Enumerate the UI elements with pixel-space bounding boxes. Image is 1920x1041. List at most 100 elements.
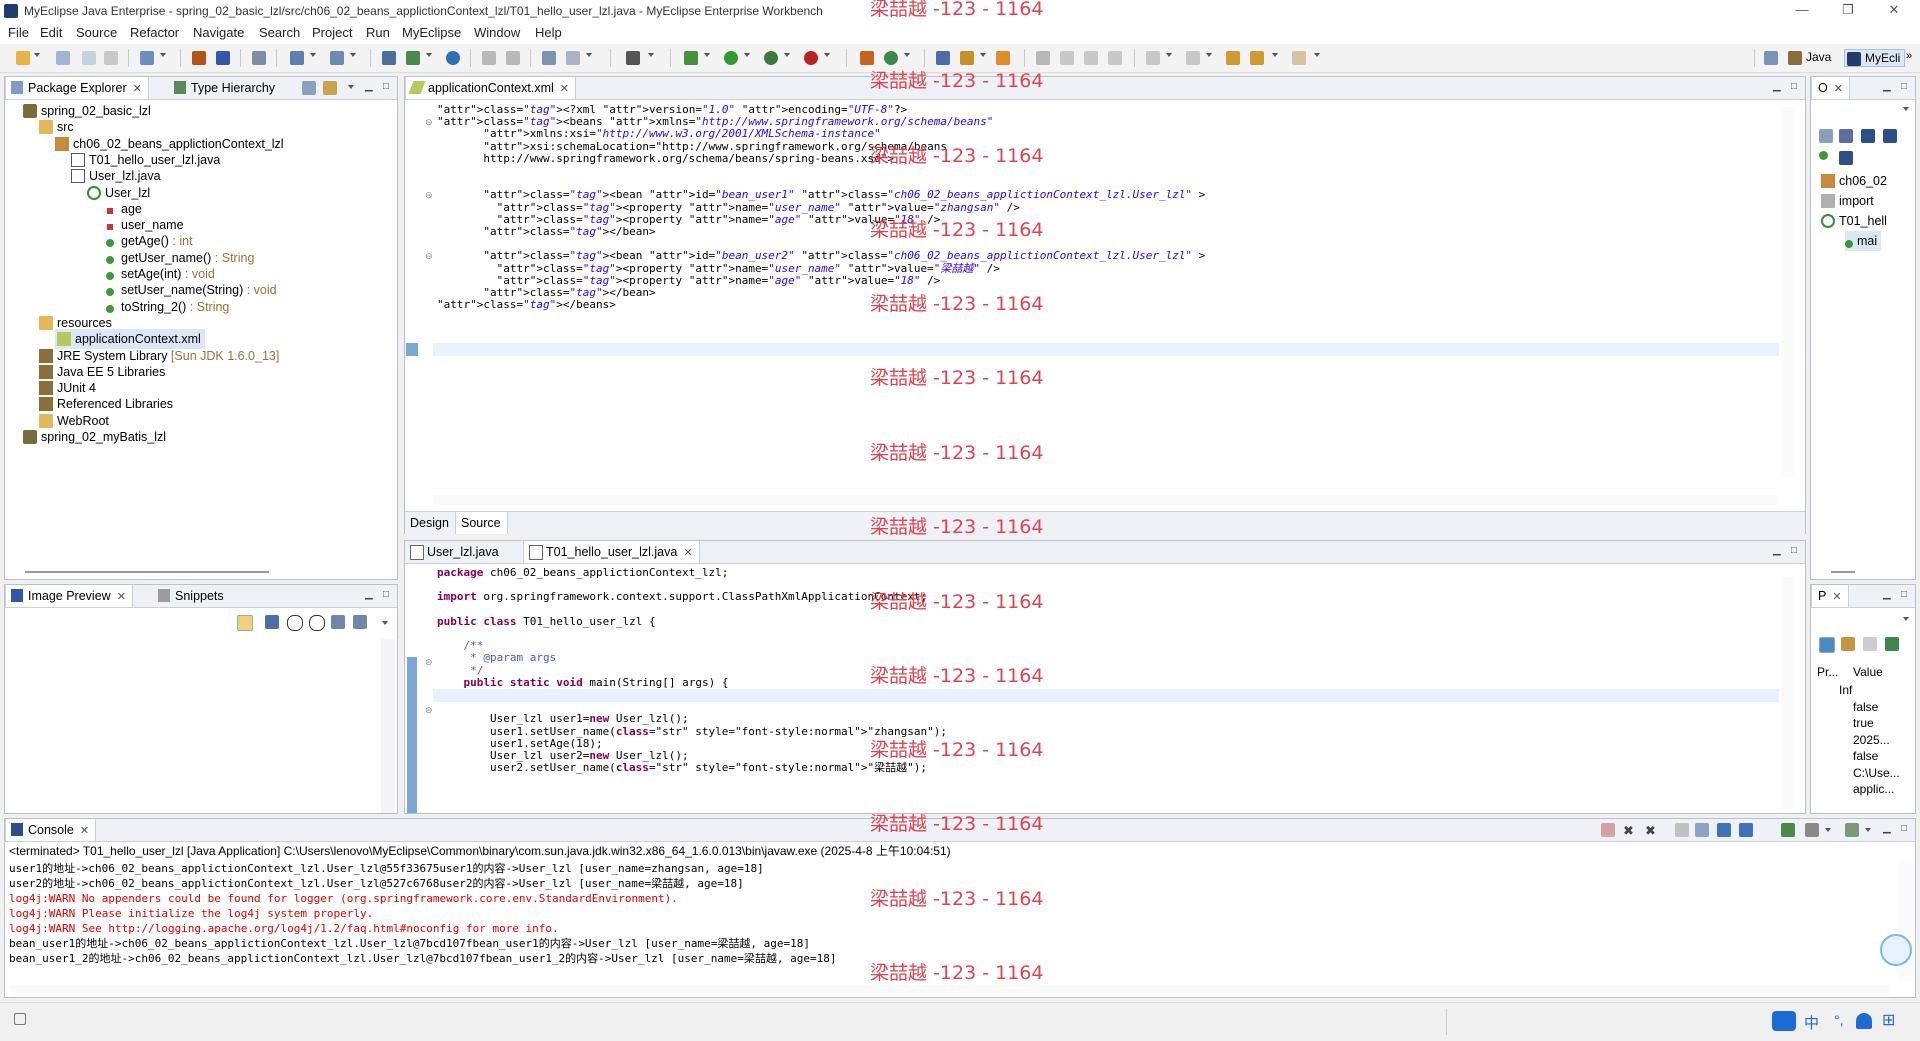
ime-user-icon[interactable] xyxy=(1856,1013,1872,1029)
toggle-icon[interactable] xyxy=(482,51,496,65)
close-icon[interactable]: ✕ xyxy=(117,591,126,603)
tab-outline[interactable]: O ✕ xyxy=(1811,77,1850,99)
fold-icon[interactable]: ⊖ xyxy=(425,190,433,201)
server-icon[interactable] xyxy=(290,51,304,65)
horizontal-scrollbar[interactable] xyxy=(11,985,1891,995)
menu-search[interactable]: Search xyxy=(259,25,300,40)
deploy-icon[interactable] xyxy=(252,51,266,65)
close-icon[interactable]: ✕ xyxy=(80,825,89,837)
show-stdout-icon[interactable] xyxy=(1717,823,1731,837)
property-value[interactable]: applic... xyxy=(1853,782,1894,796)
minimize-view-button[interactable]: ▁ xyxy=(365,82,375,92)
menu-myeclipse[interactable]: MyEclipse xyxy=(402,25,461,40)
fit-image-icon[interactable] xyxy=(265,615,279,629)
close-icon[interactable]: ✕ xyxy=(683,547,692,559)
menu-source[interactable]: Source xyxy=(76,25,117,40)
close-icon[interactable]: ✕ xyxy=(1834,83,1843,95)
sort-icon[interactable] xyxy=(1819,129,1833,143)
menu-file[interactable]: File xyxy=(8,25,29,40)
clear-console-icon[interactable] xyxy=(1675,823,1689,837)
build-icon[interactable] xyxy=(566,51,580,65)
tab-source[interactable]: Source xyxy=(455,512,508,534)
close-button[interactable]: ✕ xyxy=(1874,2,1914,20)
tree-item[interactable]: spring_02_myBatis_lzl xyxy=(23,427,166,447)
public-icon[interactable] xyxy=(1819,151,1828,160)
zoom-out-icon[interactable] xyxy=(287,615,303,631)
more-perspectives-button[interactable]: » xyxy=(1906,50,1912,62)
minimize-view-button[interactable]: ▁ xyxy=(1883,824,1893,834)
vertical-scrollbar[interactable] xyxy=(381,639,395,813)
minimize-editor-button[interactable]: ▁ xyxy=(1773,82,1783,92)
save-all-icon[interactable] xyxy=(82,51,96,65)
open-perspective-icon[interactable] xyxy=(1764,51,1778,65)
new-project-icon[interactable] xyxy=(140,51,154,65)
xml-source[interactable]: "attr">class="tag"><?xml "attr">version=… xyxy=(437,103,1777,314)
fold-icon[interactable]: ⊖ xyxy=(425,705,433,716)
maximize-view-button[interactable]: □ xyxy=(1901,824,1911,834)
mark-icon[interactable] xyxy=(506,51,520,65)
az-sort-icon[interactable] xyxy=(1839,129,1853,143)
minimize-editor-button[interactable]: ▁ xyxy=(1773,546,1783,556)
open-type-icon[interactable] xyxy=(192,51,206,65)
minimize-button[interactable]: — xyxy=(1782,2,1822,20)
tab-user-lzl-java[interactable]: User_lzl.java xyxy=(405,541,505,563)
tab-snippets[interactable]: Snippets xyxy=(153,585,230,607)
ime-logo-icon[interactable] xyxy=(1772,1011,1796,1031)
remove-launch-icon[interactable]: ✖ xyxy=(1623,823,1637,838)
web-icon[interactable] xyxy=(406,51,420,65)
close-icon[interactable]: ✕ xyxy=(560,83,569,95)
horizontal-scrollbar[interactable] xyxy=(433,495,1779,505)
maximize-editor-button[interactable]: □ xyxy=(1791,82,1801,92)
pin-console-icon[interactable] xyxy=(1781,823,1795,837)
tab-console[interactable]: Console ✕ xyxy=(5,819,97,841)
new-icon[interactable] xyxy=(16,51,30,65)
categories-icon[interactable] xyxy=(1819,637,1835,653)
menu-run[interactable]: Run xyxy=(366,25,390,40)
tab-package-explorer[interactable]: Package Explorer ✕ xyxy=(5,77,149,99)
save-icon[interactable] xyxy=(56,51,70,65)
vertical-scrollbar[interactable] xyxy=(1781,107,1795,477)
view-menu-icon[interactable] xyxy=(348,85,354,89)
block-icon[interactable] xyxy=(1108,51,1122,65)
tab-design[interactable]: Design xyxy=(405,512,455,534)
restore-defaults-icon[interactable] xyxy=(1863,637,1877,651)
maximize-view-button[interactable]: □ xyxy=(1901,82,1911,92)
maximize-view-button[interactable]: □ xyxy=(383,82,393,92)
browser-icon[interactable] xyxy=(330,51,344,65)
pin-view-icon[interactable] xyxy=(1885,637,1899,651)
properties-header-property[interactable]: Pr... xyxy=(1817,665,1838,679)
fullscreen-icon[interactable] xyxy=(353,615,367,629)
maximize-editor-button[interactable]: □ xyxy=(1791,546,1801,556)
vertical-scrollbar[interactable] xyxy=(1781,577,1795,809)
perspective-myeclipse[interactable]: MyEcli xyxy=(1844,49,1906,67)
view-menu-icon[interactable] xyxy=(382,621,388,625)
properties-header-value[interactable]: Value xyxy=(1853,665,1883,679)
horizontal-scrollbar[interactable] xyxy=(25,571,269,573)
forward-icon[interactable] xyxy=(1292,51,1306,65)
run-icon[interactable] xyxy=(724,51,738,65)
scroll-lock-icon[interactable] xyxy=(1695,823,1709,837)
refresh-icon[interactable] xyxy=(237,615,253,631)
new-class-icon[interactable] xyxy=(884,51,898,65)
java-source[interactable]: package ch06_02_beans_applictionContext_… xyxy=(437,567,1777,813)
property-value[interactable]: false xyxy=(1853,749,1878,763)
advanced-icon[interactable] xyxy=(1841,637,1855,651)
ime-punctuation[interactable]: °, xyxy=(1834,1012,1844,1028)
globe-icon[interactable] xyxy=(446,51,460,65)
minimize-view-button[interactable]: ▁ xyxy=(1883,82,1893,92)
tab-properties[interactable]: P ✕ xyxy=(1811,585,1849,607)
remove-all-icon[interactable]: ✖ xyxy=(1645,823,1659,838)
tab-image-preview[interactable]: Image Preview ✕ xyxy=(5,585,133,607)
actual-size-icon[interactable] xyxy=(331,615,345,629)
next-edit-icon[interactable] xyxy=(1146,51,1160,65)
menu-window[interactable]: Window xyxy=(474,25,520,40)
zoom-in-icon[interactable] xyxy=(309,615,325,631)
outline-item-main[interactable]: mai xyxy=(1845,231,1882,251)
perspective-java[interactable]: Java xyxy=(1786,49,1835,67)
fast-view-icon[interactable] xyxy=(14,1013,26,1025)
tab-type-hierarchy[interactable]: Type Hierarchy xyxy=(169,77,281,99)
hide-nonpublic-icon[interactable] xyxy=(1839,151,1853,165)
ime-toolbox-icon[interactable]: ⊞ xyxy=(1882,1010,1895,1030)
db-icon[interactable] xyxy=(382,51,396,65)
debug-icon[interactable] xyxy=(684,51,698,65)
